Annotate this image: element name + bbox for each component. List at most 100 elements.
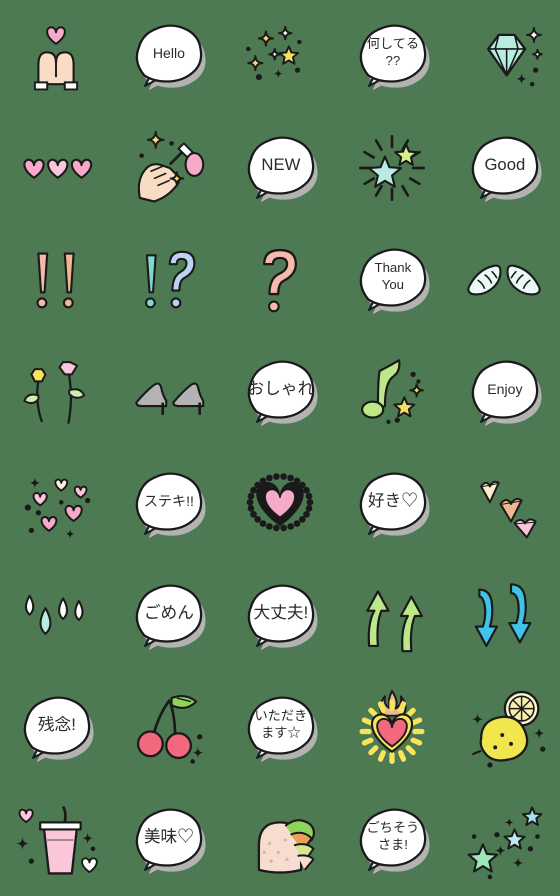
emoji-cell-3[interactable] — [224, 0, 336, 112]
svg-text:Thank: Thank — [375, 260, 412, 275]
emoji-cell-30[interactable] — [448, 560, 560, 672]
speech-bubble-icon: ステキ!! — [124, 460, 212, 548]
emoji-cell-35[interactable] — [448, 672, 560, 784]
emoji-cell-5[interactable] — [448, 0, 560, 112]
speech-bubble-icon: いただきます☆ — [236, 684, 324, 772]
emoji-cell-25[interactable] — [448, 448, 560, 560]
sandwich-icon — [236, 796, 324, 884]
emoji-cell-8[interactable]: NEWNEW — [224, 112, 336, 224]
emoji-cell-4[interactable]: 何してる??何してる — [336, 0, 448, 112]
double-exclamation-icon — [12, 236, 100, 324]
high-heels-icon — [124, 348, 212, 436]
emoji-cell-11[interactable]: !! — [0, 224, 112, 336]
svg-text:大丈夫!: 大丈夫! — [253, 603, 308, 622]
question-mark-icon — [236, 236, 324, 324]
emoji-cell-23[interactable] — [224, 448, 336, 560]
emoji-cell-33[interactable]: いただきます☆いただき — [224, 672, 336, 784]
flaming-heart-icon — [348, 684, 436, 772]
stars-cluster-icon — [460, 796, 548, 884]
falling-hearts-icon — [460, 460, 548, 548]
svg-text:ステキ!!: ステキ!! — [144, 493, 194, 509]
emoji-cell-12[interactable]: !? — [112, 224, 224, 336]
svg-text:ます☆: ます☆ — [261, 725, 301, 740]
lace-heart-icon — [236, 460, 324, 548]
manicure-hand-icon — [124, 124, 212, 212]
emoji-cell-26[interactable] — [0, 560, 112, 672]
svg-text:Good: Good — [484, 155, 525, 174]
speech-bubble-icon: 美味♡ — [124, 796, 212, 884]
emoji-cell-2[interactable]: HelloHello — [112, 0, 224, 112]
emoji-cell-32[interactable] — [112, 672, 224, 784]
speech-bubble-icon: 何してる?? — [348, 12, 436, 100]
speech-bubble-icon: Good — [460, 124, 548, 212]
hearts-burst-icon — [12, 460, 100, 548]
sparkle-stars-icon — [236, 12, 324, 100]
emoji-cell-34[interactable] — [336, 672, 448, 784]
svg-text:残念!: 残念! — [38, 714, 76, 734]
emoji-cell-13[interactable]: ? — [224, 224, 336, 336]
angel-wings-icon — [460, 236, 548, 324]
svg-text:??: ?? — [386, 53, 401, 68]
svg-text:ごちそう: ごちそう — [367, 820, 420, 835]
emoji-cell-9[interactable] — [336, 112, 448, 224]
speech-bubble-icon: 大丈夫! — [236, 572, 324, 660]
down-arrows-icon — [460, 572, 548, 660]
emoji-cell-18[interactable]: おしゃれおしゃれ — [224, 336, 336, 448]
emoji-cell-15[interactable] — [448, 224, 560, 336]
speech-bubble-icon: Thank You — [348, 236, 436, 324]
speech-bubble-icon: おしゃれ — [236, 348, 324, 436]
emoji-cell-39[interactable]: ごちそうさま!ごちそう — [336, 784, 448, 896]
speech-bubble-icon: 残念! — [12, 684, 100, 772]
drink-cup-icon — [12, 796, 100, 884]
emoji-cell-27[interactable]: ごめんごめん — [112, 560, 224, 672]
emoji-cell-1[interactable] — [0, 0, 112, 112]
cherries-icon — [124, 684, 212, 772]
emoji-cell-10[interactable]: GoodGood — [448, 112, 560, 224]
emoji-grid: HelloHello何してる??何してるNEWNEWGoodGood!!!??T… — [0, 0, 560, 896]
music-note-icon — [348, 348, 436, 436]
three-hearts-icon — [12, 124, 100, 212]
emoji-cell-16[interactable] — [0, 336, 112, 448]
svg-text:いただき: いただき — [255, 708, 308, 723]
emoji-cell-7[interactable] — [112, 112, 224, 224]
emoji-cell-37[interactable]: 美味♡美味♡ — [112, 784, 224, 896]
emoji-cell-19[interactable] — [336, 336, 448, 448]
emoji-cell-17[interactable] — [112, 336, 224, 448]
svg-text:何してる: 何してる — [367, 36, 419, 51]
svg-text:You: You — [382, 277, 404, 292]
heart-hands-icon — [12, 12, 100, 100]
shining-star-icon — [348, 124, 436, 212]
speech-bubble-icon: ごめん — [124, 572, 212, 660]
emoji-cell-38[interactable] — [224, 784, 336, 896]
emoji-cell-6[interactable] — [0, 112, 112, 224]
svg-text:好き♡: 好き♡ — [368, 491, 418, 510]
svg-text:Hello: Hello — [153, 45, 185, 61]
interrobang-icon — [124, 236, 212, 324]
emoji-cell-36[interactable] — [0, 784, 112, 896]
emoji-cell-40[interactable] — [448, 784, 560, 896]
svg-text:NEW: NEW — [261, 155, 300, 174]
emoji-cell-29[interactable] — [336, 560, 448, 672]
speech-bubble-icon: Hello — [124, 12, 212, 100]
speech-bubble-icon: 好き♡ — [348, 460, 436, 548]
speech-bubble-icon: Enjoy — [460, 348, 548, 436]
emoji-cell-14[interactable]: Thank YouThank — [336, 224, 448, 336]
svg-text:Enjoy: Enjoy — [487, 381, 523, 397]
svg-text:さま!: さま! — [378, 837, 408, 852]
emoji-cell-28[interactable]: 大丈夫!大丈夫! — [224, 560, 336, 672]
svg-text:美味♡: 美味♡ — [144, 827, 194, 846]
svg-text:おしゃれ: おしゃれ — [247, 379, 314, 398]
diamond-icon — [460, 12, 548, 100]
sweat-drops-icon — [12, 572, 100, 660]
up-arrows-icon — [348, 572, 436, 660]
emoji-cell-21[interactable] — [0, 448, 112, 560]
emoji-cell-22[interactable]: ステキ!!ステキ!! — [112, 448, 224, 560]
speech-bubble-icon: NEW — [236, 124, 324, 212]
emoji-cell-24[interactable]: 好き♡好き♡ — [336, 448, 448, 560]
speech-bubble-icon: ごちそうさま! — [348, 796, 436, 884]
lemon-icon — [460, 684, 548, 772]
emoji-cell-31[interactable]: 残念!残念! — [0, 672, 112, 784]
emoji-cell-20[interactable]: EnjoyEnjoy — [448, 336, 560, 448]
flowers-icon — [12, 348, 100, 436]
svg-text:ごめん: ごめん — [144, 603, 194, 622]
